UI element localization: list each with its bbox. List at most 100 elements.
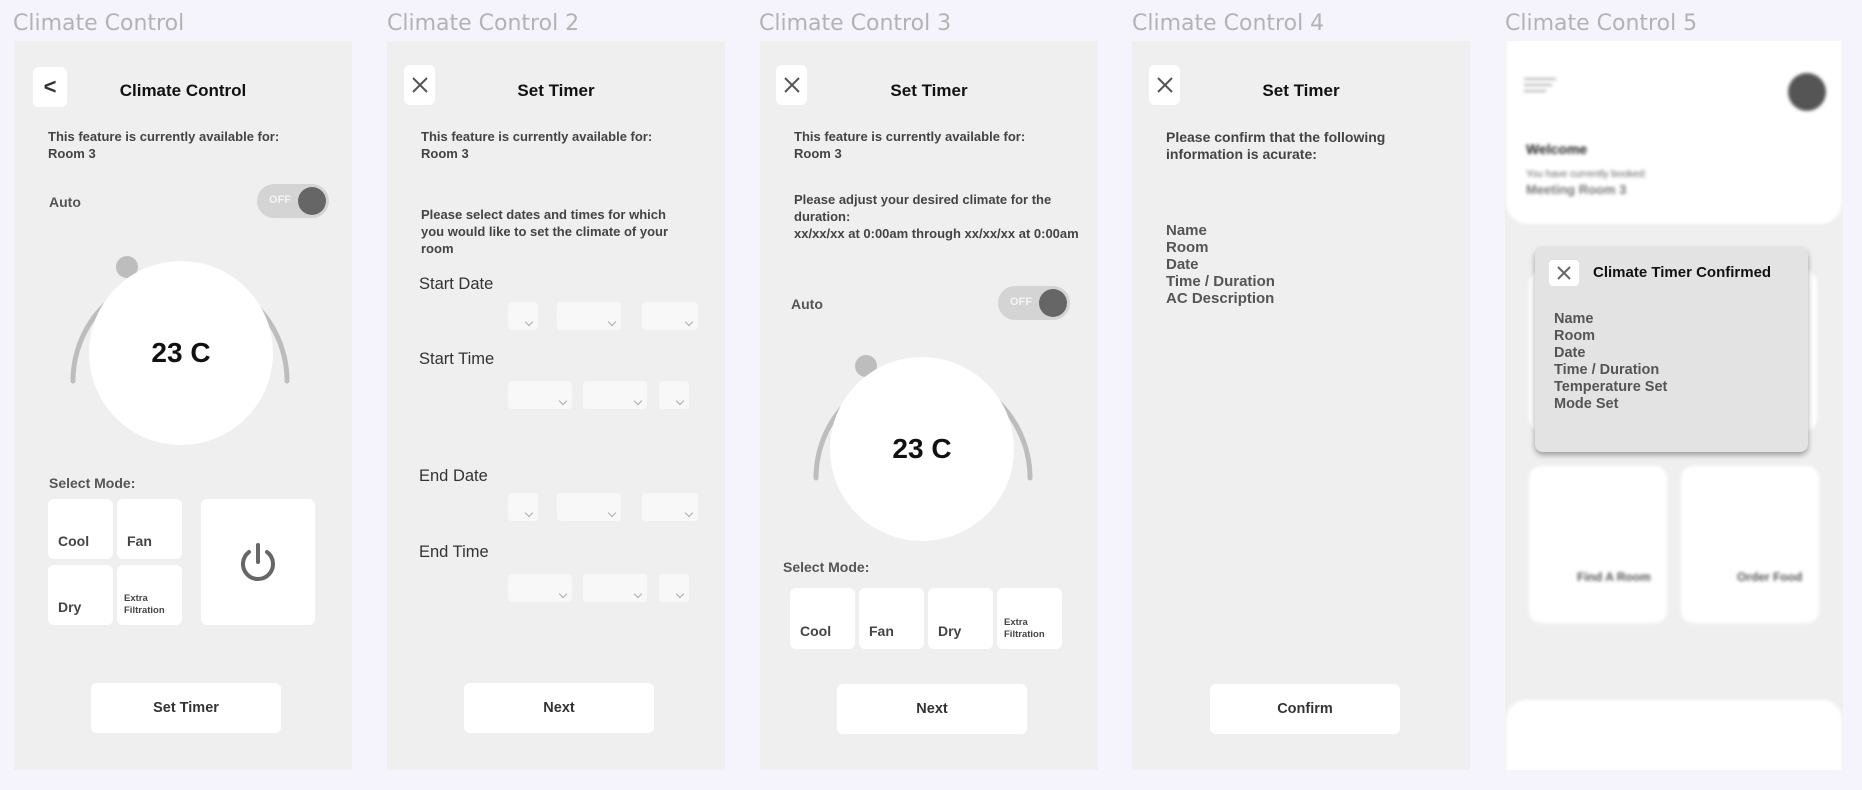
- modal-close-button[interactable]: [1549, 260, 1579, 286]
- toggle-knob: [1039, 289, 1067, 317]
- field-date: Date: [1166, 256, 1199, 273]
- availability-text: This feature is currently available for:: [48, 129, 280, 144]
- room-text: Room 3: [421, 146, 469, 161]
- frame-confirm: Set Timer Please confirm that the follow…: [1132, 41, 1470, 770]
- mode-cool[interactable]: Cool: [790, 588, 855, 649]
- end-time-hour-select[interactable]: [508, 574, 572, 602]
- temperature-display: 23 C: [89, 261, 273, 445]
- field-room: Room: [1166, 239, 1209, 256]
- booked-room: Meeting Room 3: [1526, 182, 1627, 197]
- frame-set-timer: Set Timer This feature is currently avai…: [387, 41, 725, 770]
- availability-text: This feature is currently available for:: [794, 129, 1026, 144]
- welcome-heading: Welcome: [1526, 141, 1588, 157]
- mode-label: Dry: [58, 599, 82, 615]
- availability-info: This feature is currently available for:…: [421, 128, 652, 162]
- mode-label: Fan: [127, 533, 152, 549]
- start-time-hour-select[interactable]: [508, 381, 572, 409]
- mode-label: Extra Filtration: [1004, 617, 1045, 640]
- mode-cool[interactable]: Cool: [48, 499, 113, 559]
- bottom-card: [1506, 700, 1842, 770]
- start-date-month-select[interactable]: [557, 302, 621, 330]
- auto-toggle[interactable]: OFF: [998, 286, 1070, 320]
- screen-title: Set Timer: [890, 81, 968, 100]
- close-icon: [1557, 266, 1571, 280]
- field-time-duration: Time / Duration: [1554, 362, 1660, 378]
- field-ac-description: AC Description: [1166, 290, 1275, 307]
- mode-dry[interactable]: Dry: [48, 565, 113, 625]
- frame-set-timer-climate: Set Timer This feature is currently avai…: [760, 41, 1098, 770]
- frame-title-1: Climate Control: [13, 11, 185, 36]
- confirm-field-list: Name Room Date Time / Duration AC Descri…: [1166, 222, 1275, 307]
- find-room-tile[interactable]: Find A Room: [1529, 466, 1667, 623]
- power-button[interactable]: [201, 499, 315, 625]
- screen-title: Set Timer: [1262, 81, 1340, 100]
- room-text: Room 3: [48, 146, 96, 161]
- booked-text: You have currently booked:: [1526, 169, 1647, 180]
- mode-extra-filtration[interactable]: Extra Filtration: [117, 565, 182, 625]
- frame-home-confirmed: Welcome You have currently booked: Meeti…: [1505, 41, 1843, 770]
- field-temperature-set: Temperature Set: [1554, 379, 1668, 395]
- start-date-year-select[interactable]: [642, 302, 698, 330]
- next-button[interactable]: Next: [464, 683, 654, 733]
- temperature-display: 23 C: [830, 357, 1014, 541]
- mode-fan[interactable]: Fan: [859, 588, 924, 649]
- confirm-button[interactable]: Confirm: [1210, 684, 1400, 734]
- availability-info: This feature is currently available for:…: [48, 128, 279, 162]
- start-time-label: Start Time: [419, 350, 495, 368]
- toggle-knob: [298, 187, 326, 215]
- mode-label: Cool: [800, 623, 832, 639]
- instructions-text: Please select dates and times for which …: [421, 207, 669, 256]
- room-text: Room 3: [794, 146, 842, 161]
- start-date-day-select[interactable]: [508, 302, 538, 330]
- adjust-text: Please adjust your desired climate for t…: [794, 192, 1052, 224]
- screen-title: Climate Control: [119, 81, 247, 100]
- auto-label: Auto: [791, 296, 823, 312]
- select-mode-label: Select Mode:: [783, 559, 870, 575]
- duration-text: xx/xx/xx at 0:00am through xx/xx/xx at 0…: [794, 226, 1079, 241]
- modal-field-list: Name Room Date Time / Duration Temperatu…: [1554, 311, 1667, 413]
- availability-info: This feature is currently available for:…: [794, 128, 1025, 162]
- confirm-text: Please confirm that the following inform…: [1166, 129, 1386, 162]
- end-time-ampm-select[interactable]: [659, 574, 689, 602]
- field-mode-set: Mode Set: [1554, 396, 1619, 412]
- toggle-state-text: OFF: [269, 194, 291, 206]
- set-timer-button[interactable]: Set Timer: [91, 683, 281, 733]
- toggle-state-text: OFF: [1010, 296, 1032, 308]
- frame-climate-control: < Climate Control This feature is curren…: [14, 41, 352, 770]
- tile-label: Order Food: [1737, 570, 1803, 584]
- auto-label: Auto: [49, 194, 81, 210]
- menu-icon[interactable]: [1522, 77, 1560, 93]
- frame-title-4: Climate Control 4: [1132, 11, 1325, 36]
- frame-title-3: Climate Control 3: [759, 11, 952, 36]
- mode-dry[interactable]: Dry: [928, 588, 993, 649]
- start-time-minute-select[interactable]: [583, 381, 647, 409]
- next-button[interactable]: Next: [837, 684, 1027, 734]
- start-date-label: Start Date: [419, 275, 494, 293]
- field-room: Room: [1554, 328, 1596, 344]
- mode-label: Fan: [869, 623, 894, 639]
- mode-fan[interactable]: Fan: [117, 499, 182, 559]
- end-time-label: End Time: [419, 543, 489, 561]
- mode-label: Cool: [58, 533, 90, 549]
- frame-title-2: Climate Control 2: [387, 11, 580, 36]
- availability-text: This feature is currently available for:: [421, 129, 653, 144]
- field-date: Date: [1554, 345, 1586, 361]
- mode-label: Extra Filtration: [124, 593, 165, 616]
- field-time-duration: Time / Duration: [1166, 273, 1275, 290]
- end-date-month-select[interactable]: [557, 493, 621, 521]
- select-mode-label: Select Mode:: [49, 475, 136, 491]
- mode-label: Dry: [938, 623, 962, 639]
- confirmation-modal: Climate Timer Confirmed Name Room Date T…: [1535, 247, 1808, 452]
- order-food-tile[interactable]: Order Food: [1681, 466, 1819, 623]
- field-name: Name: [1166, 222, 1207, 239]
- modal-title: Climate Timer Confirmed: [1593, 264, 1772, 281]
- end-date-year-select[interactable]: [642, 493, 698, 521]
- mode-extra-filtration[interactable]: Extra Filtration: [997, 588, 1062, 649]
- start-time-ampm-select[interactable]: [659, 381, 689, 409]
- auto-toggle[interactable]: OFF: [257, 184, 329, 218]
- end-time-minute-select[interactable]: [583, 574, 647, 602]
- end-date-day-select[interactable]: [508, 493, 538, 521]
- end-date-label: End Date: [419, 467, 488, 485]
- avatar[interactable]: [1788, 73, 1826, 111]
- screen-title: Set Timer: [517, 81, 595, 100]
